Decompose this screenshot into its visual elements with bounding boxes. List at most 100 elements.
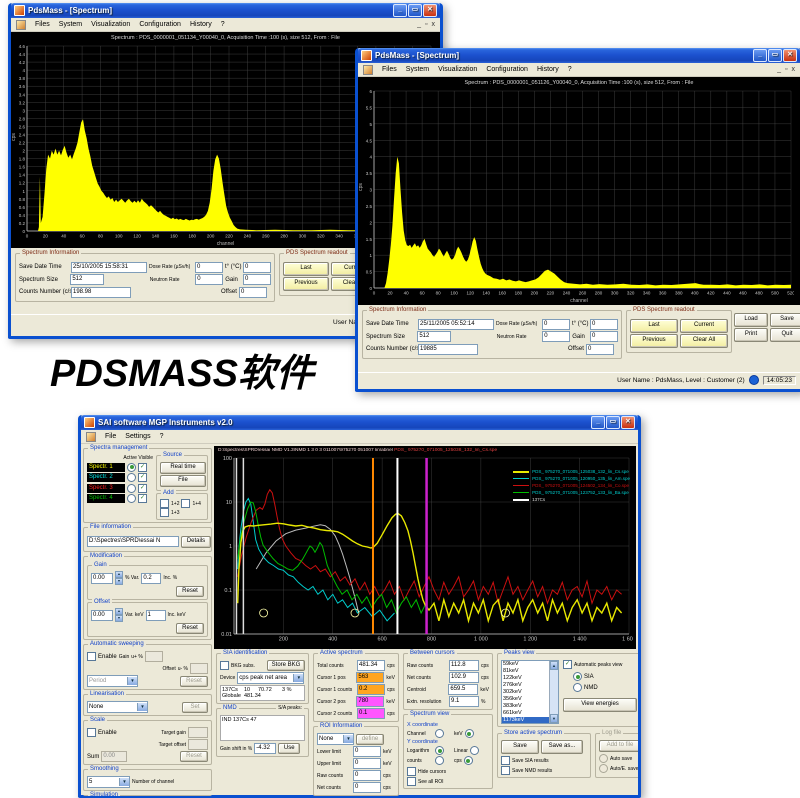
menu-configuration[interactable]: Configuration [486, 66, 528, 73]
hide-cursors-checkbox[interactable] [407, 767, 416, 776]
add-1-2-checkbox[interactable] [160, 499, 169, 508]
clear-all-button[interactable]: Clear All [680, 334, 728, 348]
spectrum-2-active-radio[interactable] [127, 473, 136, 482]
spectrum-size-field[interactable]: 512 [70, 274, 104, 285]
close-button[interactable]: ✕ [423, 4, 437, 17]
peak-item[interactable]: 81keV [502, 668, 549, 675]
menu-system[interactable]: System [59, 21, 82, 28]
peak-item[interactable]: 276keV [502, 682, 549, 689]
peak-item[interactable]: 661keV [502, 710, 549, 717]
linearisation-dropdown[interactable]: None▼ [87, 701, 148, 713]
mdi-restore[interactable]: ▫ [785, 66, 787, 73]
neutron-rate-field[interactable]: 0 [195, 274, 223, 285]
load-button[interactable]: Load [734, 313, 768, 327]
smoothing-dropdown[interactable]: 5▼ [87, 776, 130, 788]
store-save-as-button[interactable]: Save as... [541, 740, 583, 754]
print-button[interactable]: Print [734, 328, 768, 342]
cps-radio[interactable] [464, 756, 473, 765]
menu-settings[interactable]: Settings [125, 433, 150, 440]
peak-item[interactable]: 383keV [502, 703, 549, 710]
file-button[interactable]: File [160, 475, 206, 487]
save-nmd-results-checkbox[interactable] [501, 766, 510, 775]
menu-visualization[interactable]: Visualization [91, 21, 130, 28]
menu-system[interactable]: System [406, 66, 429, 73]
mdi-restore[interactable]: ▫ [425, 21, 427, 28]
temperature-field[interactable]: 0 [243, 262, 271, 273]
title-bar[interactable]: PdsMass - [Spectrum] _ ▭ ✕ [358, 48, 800, 63]
lower-limit-field[interactable]: 0 [353, 746, 381, 757]
device-dropdown[interactable]: cps peak net area▼ [237, 672, 304, 684]
mdi-minimize[interactable]: _ [777, 66, 781, 73]
bkg-subs-checkbox[interactable] [220, 661, 229, 670]
menu-help[interactable]: ? [568, 66, 572, 73]
minimize-button[interactable]: _ [753, 49, 767, 62]
scale-enable-checkbox[interactable] [87, 728, 96, 737]
counts-radio[interactable] [435, 756, 444, 765]
maximize-button[interactable]: ▭ [768, 49, 782, 62]
temperature-field[interactable]: 0 [590, 319, 618, 330]
title-bar[interactable]: SAI software MGP Instruments v2.0 _ ▭ ✕ [81, 415, 638, 430]
offset-reset-button[interactable]: Reset [176, 623, 204, 634]
upper-limit-field[interactable]: 0 [353, 758, 381, 769]
spectrum-1-visible-checkbox[interactable] [138, 463, 147, 472]
offset-spinner[interactable]: ▲▼ [115, 608, 123, 622]
spectrum-1-active-radio[interactable] [127, 463, 136, 472]
close-button[interactable]: ✕ [783, 49, 797, 62]
sa-peaks-tab[interactable]: S/A peaks: [276, 705, 304, 711]
file-path-field[interactable]: D:\Spectres\SPRD\essai N [87, 536, 179, 547]
mdi-minimize[interactable]: _ [417, 21, 421, 28]
details-button[interactable]: Details [181, 536, 211, 548]
store-save-button[interactable]: Save [501, 740, 539, 754]
store-bkg-button[interactable]: Store BKG [267, 660, 305, 671]
save-date-field[interactable]: 25/10/2005 15:58:31 [71, 262, 147, 273]
current-button[interactable]: Current [680, 319, 728, 333]
nmd-radio[interactable] [573, 683, 582, 692]
offset-value-field[interactable]: 0.00 [91, 610, 113, 621]
last-button[interactable]: Last [630, 319, 678, 333]
add-1-3-checkbox[interactable] [160, 508, 169, 517]
multi-spectrum-chart-area[interactable]: D:\Spectres\SPRD\essai NMD V1.3\NMD 1 3 … [214, 446, 636, 649]
offset-inc-field[interactable]: 1 [146, 610, 166, 621]
gain-value-field[interactable]: 0.00 [91, 573, 113, 584]
linear-radio[interactable] [470, 746, 479, 755]
last-button[interactable]: Last [283, 262, 329, 276]
close-button[interactable]: ✕ [621, 416, 635, 429]
maximize-button[interactable]: ▭ [408, 4, 422, 17]
title-bar[interactable]: PdsMass - [Spectrum] _ ▭ ✕ [11, 3, 440, 18]
menu-history[interactable]: History [190, 21, 212, 28]
channel-radio[interactable] [435, 729, 444, 738]
gain-inc-field[interactable]: 0.2 [141, 573, 161, 584]
previous-button[interactable]: Previous [630, 334, 678, 348]
mdi-close[interactable]: x [432, 21, 436, 28]
menu-history[interactable]: History [537, 66, 559, 73]
gain-reset-button[interactable]: Reset [176, 586, 204, 597]
view-energies-button[interactable]: View energies [563, 698, 637, 712]
menu-file[interactable]: File [105, 433, 116, 440]
see-all-roi-checkbox[interactable] [407, 777, 416, 786]
roi-dropdown[interactable]: None▼ [317, 733, 354, 745]
spectrum-3-active-radio[interactable] [127, 484, 136, 493]
menu-files[interactable]: Files [382, 66, 397, 73]
dose-rate-field[interactable]: 0 [542, 319, 570, 330]
menu-files[interactable]: Files [35, 21, 50, 28]
sia-radio[interactable] [573, 672, 582, 681]
sweeping-enable-checkbox[interactable] [87, 652, 96, 661]
real-time-button[interactable]: Real time [160, 462, 206, 474]
peak-item[interactable]: 302keV [502, 689, 549, 696]
menu-visualization[interactable]: Visualization [438, 66, 477, 73]
save-date-field[interactable]: 25/11/2005 05:52:14 [418, 319, 494, 330]
save-sia-results-checkbox[interactable] [501, 756, 510, 765]
offset-field[interactable]: 0 [586, 344, 614, 355]
peak-item[interactable]: 59keV [502, 661, 549, 668]
logarithm-radio[interactable] [435, 746, 444, 755]
automatic-peaks-checkbox[interactable] [563, 660, 572, 669]
gain-field[interactable]: 0 [243, 274, 271, 285]
add-1-4-checkbox[interactable] [181, 499, 190, 508]
neutron-rate-field[interactable]: 0 [542, 331, 570, 342]
menu-configuration[interactable]: Configuration [139, 21, 181, 28]
spectrum-3-visible-checkbox[interactable] [138, 484, 147, 493]
use-button[interactable]: Use [278, 743, 300, 754]
gain-spinner[interactable]: ▲▼ [115, 571, 123, 585]
spectrum-4-active-radio[interactable] [127, 494, 136, 503]
mdi-close[interactable]: x [792, 66, 796, 73]
